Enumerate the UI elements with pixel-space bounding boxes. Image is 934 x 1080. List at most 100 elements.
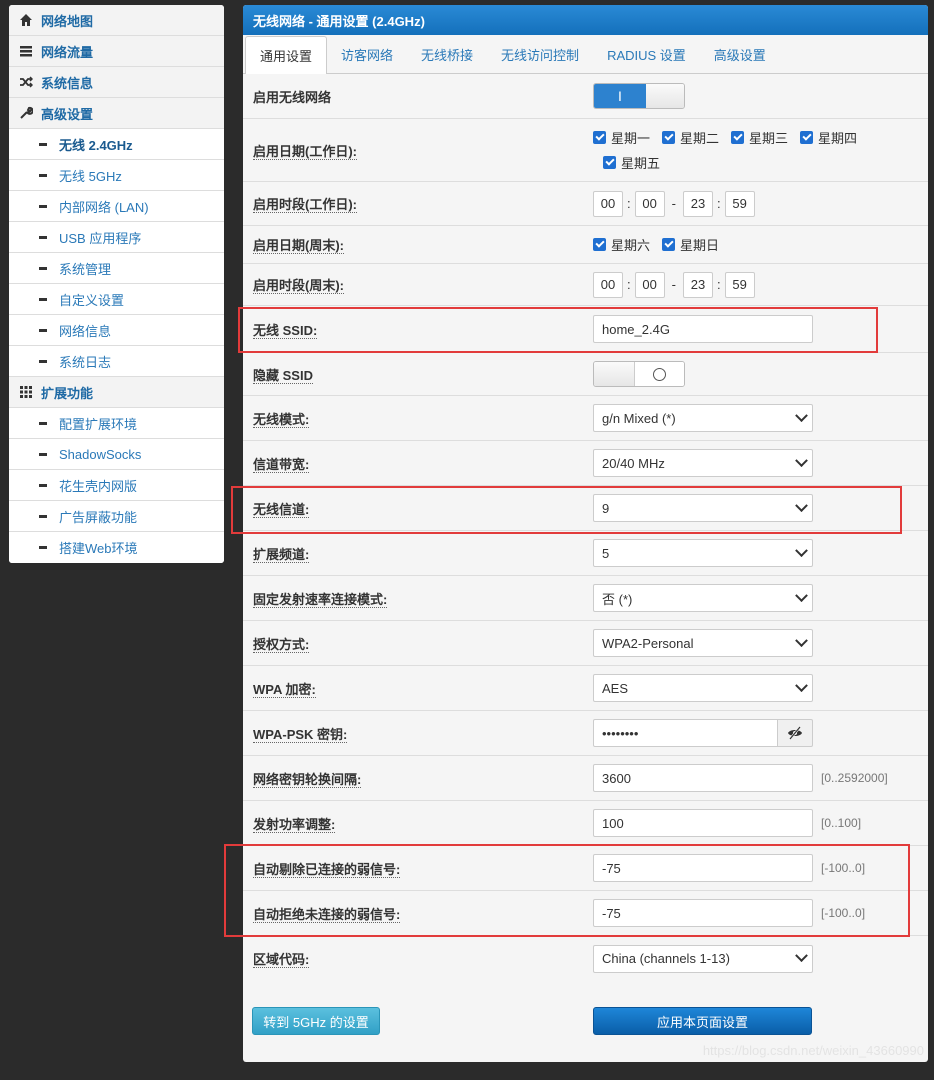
region-select[interactable]: China (channels 1-13) (593, 944, 813, 973)
sidebar-item-label: 网络信息 (59, 323, 112, 339)
sidebar-item-wireless-24g[interactable]: 无线 2.4GHz (9, 129, 224, 160)
checkbox-checked-icon (662, 131, 676, 144)
checkbox-wed[interactable]: 星期三 (731, 128, 788, 147)
workday-end-minute-input[interactable]: 59 (724, 190, 755, 217)
sidebar-item-advanced[interactable]: 高级设置 (9, 98, 224, 129)
sidebar-item-netinfo[interactable]: 网络信息 (9, 315, 224, 346)
dash-icon (39, 421, 47, 425)
bandwidth-select[interactable]: 20/40 MHz (593, 449, 813, 477)
tab-general[interactable]: 通用设置 (245, 36, 328, 74)
rekey-label: 网络密钥轮换间隔: (253, 771, 362, 788)
tab-radius[interactable]: RADIUS 设置 (593, 36, 700, 73)
button-row: 转到 5GHz 的设置 应用本页面设置 (243, 1005, 928, 1039)
sidebar-item-label: ShadowSocks (59, 446, 142, 462)
auth-select[interactable]: WPA2-Personal (593, 629, 813, 657)
sidebar-item-system-info[interactable]: 系统信息 (9, 67, 224, 98)
list-icon (19, 44, 33, 58)
toggle-password-button[interactable] (778, 719, 813, 747)
wireless-mode-select[interactable]: g/n Mixed (*) (593, 404, 813, 432)
time-colon: : (716, 277, 721, 292)
sidebar-item-lan[interactable]: 内部网络 (LAN) (9, 191, 224, 222)
chevron-down-icon (795, 678, 808, 692)
sidebar-item-system-admin[interactable]: 系统管理 (9, 253, 224, 284)
wireless-mode-label: 无线模式: (253, 411, 310, 428)
sidebar-item-label: 搭建Web环境 (59, 541, 138, 556)
dash-icon (39, 142, 47, 146)
sidebar-item-oray[interactable]: 花生壳内网版 (9, 470, 224, 501)
rekey-range-hint: [0..2592000] (821, 771, 888, 785)
workday-start-minute-input[interactable]: 00 (634, 190, 665, 217)
ext-channel-select[interactable]: 5 (593, 539, 813, 567)
checkbox-tue[interactable]: 星期二 (662, 128, 719, 147)
dash-icon (39, 173, 47, 177)
panel-title: 无线网络 - 通用设置 (2.4GHz) (243, 5, 928, 35)
checkbox-checked-icon (593, 238, 606, 251)
sidebar-item-label: 自定义设置 (59, 292, 125, 308)
chevron-down-icon (795, 633, 808, 647)
psk-input[interactable]: •••••••• (593, 719, 778, 747)
tab-advanced[interactable]: 高级设置 (700, 36, 780, 73)
sidebar-item-extensions[interactable]: 扩展功能 (9, 377, 224, 408)
checkbox-sat[interactable]: 星期六 (593, 235, 650, 254)
sidebar-item-shadowsocks[interactable]: ShadowSocks (9, 439, 224, 470)
sidebar-item-adblock[interactable]: 广告屏蔽功能 (9, 501, 224, 532)
dash-icon (39, 359, 47, 363)
checkbox-checked-icon (662, 238, 676, 251)
rekey-input[interactable]: 3600 (593, 764, 813, 792)
sidebar-item-label: 配置扩展环境 (59, 416, 138, 432)
dash-icon (39, 297, 47, 301)
enable-wireless-toggle[interactable]: I (593, 83, 685, 109)
checkbox-fri[interactable]: 星期五 (603, 153, 660, 172)
tab-bridge[interactable]: 无线桥接 (407, 36, 487, 73)
goto-5g-button[interactable]: 转到 5GHz 的设置 (252, 1007, 380, 1035)
sidebar-item-traffic[interactable]: 网络流量 (9, 36, 224, 67)
hide-ssid-label: 隐藏 SSID (253, 367, 313, 384)
tab-access-control[interactable]: 无线访问控制 (487, 36, 593, 73)
wrench-icon (19, 106, 33, 120)
row-ext-channel: 扩展频道: 5 (243, 531, 928, 576)
apply-button[interactable]: 应用本页面设置 (593, 1007, 812, 1035)
time-dash: - (671, 196, 676, 211)
checkbox-checked-icon (731, 131, 745, 144)
sidebar-item-web-env[interactable]: 搭建Web环境 (9, 532, 224, 563)
wpa-enc-select[interactable]: AES (593, 674, 813, 702)
checkbox-checked-icon (593, 131, 606, 144)
time-colon: : (627, 277, 631, 292)
weekend-start-minute-input[interactable]: 00 (634, 271, 665, 298)
checkbox-mon[interactable]: 星期一 (593, 128, 650, 147)
checkbox-thu[interactable]: 星期四 (800, 128, 857, 147)
sidebar-item-wireless-5g[interactable]: 无线 5GHz (9, 160, 224, 191)
select-value: WPA2-Personal (602, 635, 694, 651)
sidebar-item-label: 广告屏蔽功能 (59, 509, 138, 525)
sidebar-item-custom[interactable]: 自定义设置 (9, 284, 224, 315)
weekend-end-hour-input[interactable]: 23 (682, 271, 713, 298)
hide-ssid-toggle[interactable] (593, 361, 685, 387)
row-txpower: 发射功率调整: 100 [0..100] (243, 801, 928, 846)
region-label: 区域代码: (253, 952, 310, 968)
workday-start-hour-input[interactable]: 00 (593, 190, 623, 217)
sidebar-item-ext-env[interactable]: 配置扩展环境 (9, 408, 224, 439)
sidebar-item-label: 网络地图 (41, 13, 94, 29)
toggle-off-indicator (635, 362, 684, 386)
ext-channel-label: 扩展频道: (253, 546, 310, 563)
checkbox-label: 星期四 (818, 131, 858, 146)
fixed-rate-select[interactable]: 否 (*) (593, 584, 813, 612)
weekend-start-hour-input[interactable]: 00 (593, 271, 623, 298)
sidebar-item-syslog[interactable]: 系统日志 (9, 346, 224, 377)
select-value: China (channels 1-13) (602, 951, 730, 966)
row-workday-dates: 启用日期(工作日): 星期一 星期二 星期三 星期四 星期五 (243, 119, 928, 182)
sidebar-item-label: 无线 5GHz (59, 168, 122, 184)
row-weekend-time: 启用时段(周末): 00 : 00 - 23 : 59 (243, 264, 928, 306)
weekend-end-minute-input[interactable]: 59 (724, 271, 755, 298)
select-value: 20/40 MHz (602, 455, 665, 471)
row-enable-wireless: 启用无线网络 I (243, 74, 928, 119)
checkbox-label: 星期五 (621, 156, 661, 171)
select-value: 否 (*) (602, 591, 633, 607)
tab-guest[interactable]: 访客网络 (327, 36, 407, 73)
sidebar-item-network-map[interactable]: 网络地图 (9, 5, 224, 36)
sidebar-item-usb[interactable]: USB 应用程序 (9, 222, 224, 253)
workday-end-hour-input[interactable]: 23 (682, 190, 713, 217)
row-rekey: 网络密钥轮换间隔: 3600 [0..2592000] (243, 756, 928, 801)
checkbox-sun[interactable]: 星期日 (662, 235, 719, 254)
txpower-input[interactable]: 100 (593, 809, 813, 837)
